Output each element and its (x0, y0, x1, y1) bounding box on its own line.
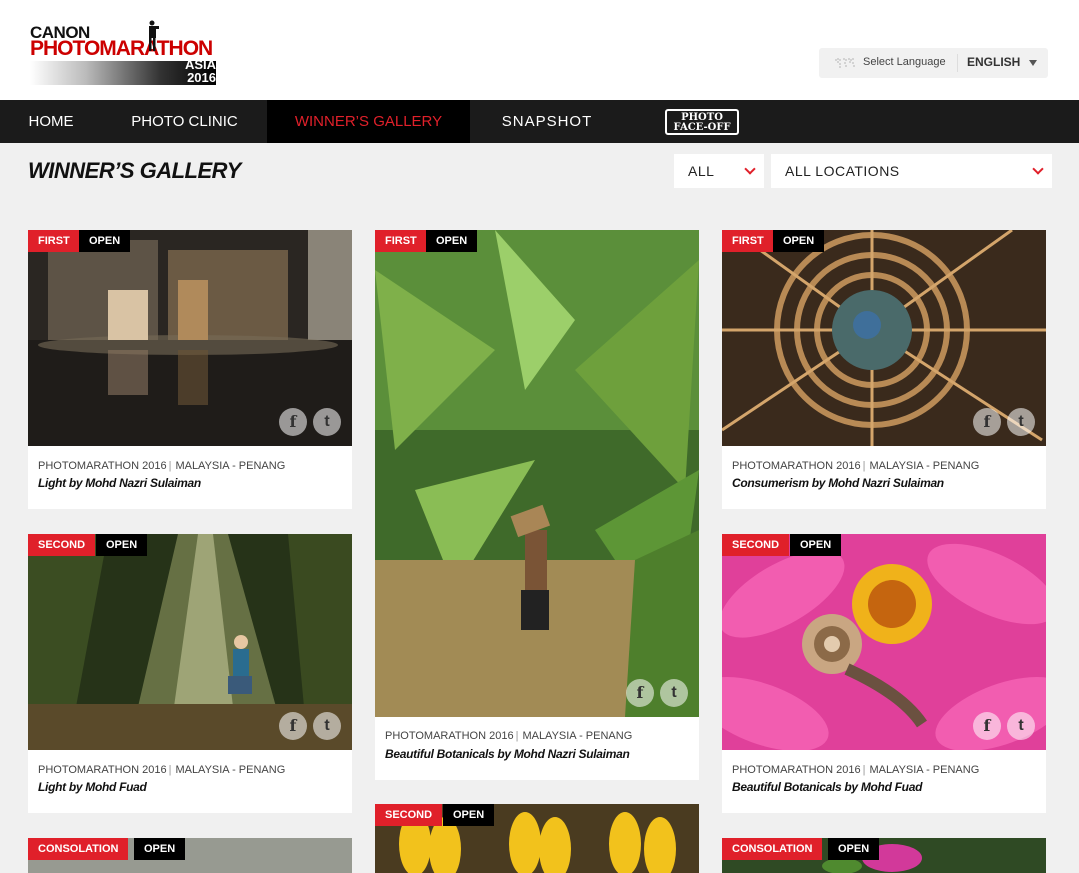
rank-badge: SECOND (28, 534, 96, 556)
rank-badge: CONSOLATION (28, 838, 129, 860)
category-badge: OPEN (426, 230, 478, 252)
logo-year-text: 2016 (187, 70, 216, 85)
rank-badge: CONSOLATION (722, 838, 823, 860)
card-caption[interactable]: Light by Mohd Nazri Sulaiman (38, 476, 201, 490)
card-caption[interactable]: Light by Mohd Fuad (38, 780, 147, 794)
divider (957, 54, 958, 72)
rank-badge: FIRST (375, 230, 427, 252)
gallery-card[interactable]: FIRST OPEN f t PHOTOMARATHON 2016 | MALAYS… (375, 230, 699, 780)
main-navigation: HOME PHOTO CLINIC WINNER’S GALLERY SNAPS… (0, 100, 1079, 143)
rank-badge: SECOND (375, 804, 443, 826)
chevron-down-icon (744, 163, 756, 175)
gallery-card[interactable]: CONSOLATION OPEN (722, 838, 1046, 873)
category-badge: OPEN (790, 534, 842, 556)
photo-botanicals-river[interactable] (375, 230, 699, 717)
card-caption[interactable]: Beautiful Botanicals by Mohd Nazri Sulai… (385, 747, 630, 761)
card-event: PHOTOMARATHON 2016 (385, 730, 514, 742)
twitter-icon[interactable]: t (660, 679, 688, 707)
location-filter-value: ALL LOCATIONS (785, 163, 900, 179)
card-meta: PHOTOMARATHON 2016 | MALAYSIA - PENANG (38, 764, 286, 776)
facebook-icon[interactable]: f (973, 408, 1001, 436)
gallery-card[interactable]: SECOND OPEN (375, 804, 699, 873)
nav-snapshot[interactable]: SNAPSHOT (470, 100, 624, 143)
gallery-card[interactable]: FIRST OPEN f t PHOTOMARATHON 2016 | MALAYS… (722, 230, 1046, 509)
facebook-icon[interactable]: f (279, 712, 307, 740)
gallery-card[interactable]: FIRST OPEN f t PHOTOMARATHON 2016 | MALAYS… (28, 230, 352, 509)
nav-photo-clinic[interactable]: PHOTO CLINIC (102, 100, 267, 143)
card-event: PHOTOMARATHON 2016 (732, 460, 861, 472)
rank-badge: SECOND (722, 534, 790, 556)
card-location: MALAYSIA - PENANG (175, 460, 286, 472)
nav-winners-gallery[interactable]: WINNER’S GALLERY (267, 100, 470, 143)
face-off-line2: FACE-OFF (673, 122, 731, 133)
twitter-icon[interactable]: t (1007, 712, 1035, 740)
facebook-icon[interactable]: f (279, 408, 307, 436)
category-filter-value: ALL (688, 163, 715, 179)
chevron-down-icon (1032, 163, 1044, 175)
card-event: PHOTOMARATHON 2016 (38, 460, 167, 472)
gallery-card[interactable]: CONSOLATION OPEN (28, 838, 352, 873)
twitter-icon[interactable]: t (1007, 408, 1035, 436)
card-location: MALAYSIA - PENANG (175, 764, 286, 776)
nav-photo-face-off[interactable]: PHOTO FACE-OFF (665, 109, 739, 135)
card-event: PHOTOMARATHON 2016 (38, 764, 167, 776)
category-badge: OPEN (828, 838, 880, 860)
facebook-icon[interactable]: f (626, 679, 654, 707)
category-badge: OPEN (773, 230, 825, 252)
site-header: CANON PHOTOMARATHON ASIA 2016 Select Lan… (0, 0, 1079, 100)
select-language-label: Select Language (863, 56, 946, 68)
rank-badge: FIRST (722, 230, 774, 252)
category-badge: OPEN (96, 534, 148, 556)
category-badge: OPEN (79, 230, 131, 252)
twitter-icon[interactable]: t (313, 408, 341, 436)
card-location: MALAYSIA - PENANG (522, 730, 633, 742)
card-meta: PHOTOMARATHON 2016 | MALAYSIA - PENANG (732, 764, 980, 776)
card-event: PHOTOMARATHON 2016 (732, 764, 861, 776)
nav-home[interactable]: HOME (0, 100, 102, 143)
world-map-icon (835, 58, 855, 68)
gallery-card[interactable]: SECOND OPEN f t PHOTOMARATHON 2016 | MALAY… (28, 534, 352, 813)
gallery-card[interactable]: SECOND OPEN f t PHOTOMARATHON 2016 | MALAY… (722, 534, 1046, 813)
card-caption[interactable]: Consumerism by Mohd Nazri Sulaiman (732, 476, 944, 490)
card-location: MALAYSIA - PENANG (869, 460, 980, 472)
facebook-icon[interactable]: f (973, 712, 1001, 740)
category-filter-dropdown[interactable]: ALL (674, 154, 764, 188)
page-title: WINNER’S GALLERY (28, 158, 241, 183)
card-meta: PHOTOMARATHON 2016 | MALAYSIA - PENANG (385, 730, 633, 742)
twitter-icon[interactable]: t (313, 712, 341, 740)
current-language[interactable]: ENGLISH (967, 55, 1020, 69)
canon-photomarathon-logo[interactable]: CANON PHOTOMARATHON ASIA 2016 (30, 20, 220, 86)
location-filter-dropdown[interactable]: ALL LOCATIONS (771, 154, 1052, 188)
language-selector[interactable]: Select Language ENGLISH (819, 48, 1048, 78)
rank-badge: FIRST (28, 230, 80, 252)
photographer-silhouette-icon (149, 20, 159, 51)
category-badge: OPEN (134, 838, 186, 860)
category-badge: OPEN (443, 804, 495, 826)
card-meta: PHOTOMARATHON 2016 | MALAYSIA - PENANG (38, 460, 286, 472)
caret-down-icon[interactable] (1029, 60, 1037, 66)
card-location: MALAYSIA - PENANG (869, 764, 980, 776)
card-meta: PHOTOMARATHON 2016 | MALAYSIA - PENANG (732, 460, 980, 472)
logo-region-year: ASIA 2016 (185, 58, 216, 84)
card-caption[interactable]: Beautiful Botanicals by Mohd Fuad (732, 780, 922, 794)
